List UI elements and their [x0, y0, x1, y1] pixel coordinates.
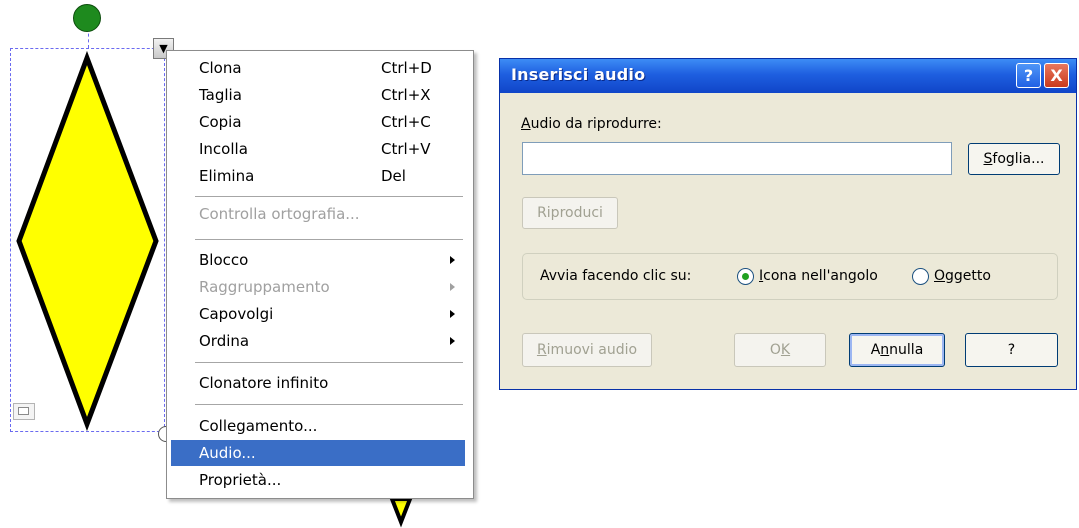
menu-item-delete[interactable]: Elimina Del: [171, 163, 465, 189]
menu-item-flip[interactable]: Capovolgi: [171, 301, 465, 327]
mnemonic-letter: K: [780, 342, 791, 358]
context-menu: Clona Ctrl+D Taglia Ctrl+X Copia Ctrl+C …: [166, 50, 474, 499]
audio-file-input[interactable]: [522, 142, 952, 175]
submenu-arrow-icon: [450, 337, 455, 345]
menu-item-properties[interactable]: Proprietà...: [171, 467, 465, 493]
button-text: A: [870, 342, 881, 358]
menu-item-label: Proprietà...: [199, 471, 282, 489]
label-text: ggetto: [945, 268, 991, 284]
button-text: O: [769, 342, 781, 358]
menu-item-label: Raggruppamento: [199, 278, 330, 296]
menu-item-label: Collegamento...: [199, 417, 318, 435]
submenu-arrow-icon: [450, 256, 455, 264]
menu-item-paste[interactable]: Incolla Ctrl+V: [171, 136, 465, 162]
menu-item-cut[interactable]: Taglia Ctrl+X: [171, 82, 465, 108]
shape-corner-icon[interactable]: [13, 403, 35, 420]
play-button[interactable]: Riproduci: [522, 197, 618, 229]
menu-item-shortcut: Ctrl+X: [381, 86, 431, 104]
menu-item-label: Controlla ortografia...: [199, 205, 360, 223]
menu-item-link[interactable]: Collegamento...: [171, 413, 465, 439]
menu-item-label: Incolla: [199, 140, 248, 158]
diamond-shape[interactable]: [16, 50, 159, 432]
menu-item-label: Elimina: [199, 167, 255, 185]
menu-separator: [195, 362, 463, 363]
menu-item-audio[interactable]: Audio...: [171, 440, 465, 466]
menu-item-label: Clona: [199, 59, 242, 77]
menu-separator: [195, 196, 463, 197]
submenu-arrow-icon: [450, 283, 455, 291]
second-diamond-tip[interactable]: [389, 497, 413, 528]
browse-button[interactable]: Sfoglia...: [968, 143, 1060, 175]
menu-item-label: Capovolgi: [199, 305, 274, 323]
menu-item-shortcut: Ctrl+D: [381, 59, 432, 77]
menu-item-lock[interactable]: Blocco: [171, 247, 465, 273]
menu-item-copy[interactable]: Copia Ctrl+C: [171, 109, 465, 135]
mnemonic-letter: n: [880, 342, 890, 358]
start-on-click-group: Avvia facendo clic su: Icona nell'angolo…: [522, 253, 1058, 300]
menu-separator: [195, 239, 463, 240]
label-text: cona nell'angolo: [763, 268, 878, 284]
close-button[interactable]: X: [1044, 63, 1069, 88]
dialog-titlebar[interactable]: Inserisci audio ? X: [500, 59, 1076, 93]
menu-item-label: Copia: [199, 113, 242, 131]
button-text: foglia...: [992, 151, 1045, 167]
menu-item-grouping[interactable]: Raggruppamento: [171, 274, 465, 300]
button-text: imuovi audio: [546, 342, 638, 358]
help-button[interactable]: ?: [965, 333, 1058, 367]
menu-item-label: Clonatore infinito: [199, 374, 329, 392]
ok-button[interactable]: OK: [734, 333, 826, 367]
menu-item-label: Blocco: [199, 251, 249, 269]
menu-item-order[interactable]: Ordina: [171, 328, 465, 354]
menu-item-clone[interactable]: Clona Ctrl+D: [171, 55, 465, 81]
menu-item-shortcut: Ctrl+C: [381, 113, 431, 131]
mnemonic-letter: O: [934, 268, 946, 284]
menu-separator: [195, 404, 463, 405]
submenu-arrow-icon: [450, 310, 455, 318]
menu-item-shortcut: Ctrl+V: [381, 140, 431, 158]
cancel-button[interactable]: Annulla: [849, 333, 945, 367]
dialog-title: Inserisci audio: [511, 65, 646, 84]
menu-item-label: Taglia: [199, 86, 242, 104]
mnemonic-letter: A: [521, 116, 531, 132]
radio-corner-icon[interactable]: [737, 268, 754, 285]
menu-item-spellcheck[interactable]: Controlla ortografia...: [171, 201, 465, 227]
remove-audio-button[interactable]: Rimuovi audio: [522, 333, 652, 367]
button-text: nulla: [889, 342, 924, 358]
radio-corner-icon-label[interactable]: Icona nell'angolo: [759, 268, 878, 284]
mnemonic-letter: R: [536, 342, 547, 358]
menu-item-label: Audio...: [199, 444, 256, 462]
radio-object-label[interactable]: Oggetto: [934, 268, 991, 284]
help-title-button[interactable]: ?: [1016, 63, 1041, 88]
audio-to-play-label: Audio da riprodurre:: [521, 116, 662, 132]
radio-object[interactable]: [912, 268, 929, 285]
label-text: udio da riprodurre:: [530, 116, 662, 132]
insert-audio-dialog: Inserisci audio ? X Audio da riprodurre:…: [499, 58, 1077, 390]
menu-item-infinite-cloner[interactable]: Clonatore infinito: [171, 370, 465, 396]
start-on-click-label: Avvia facendo clic su:: [540, 268, 692, 284]
menu-item-label: Ordina: [199, 332, 250, 350]
menu-item-shortcut: Del: [381, 167, 406, 185]
